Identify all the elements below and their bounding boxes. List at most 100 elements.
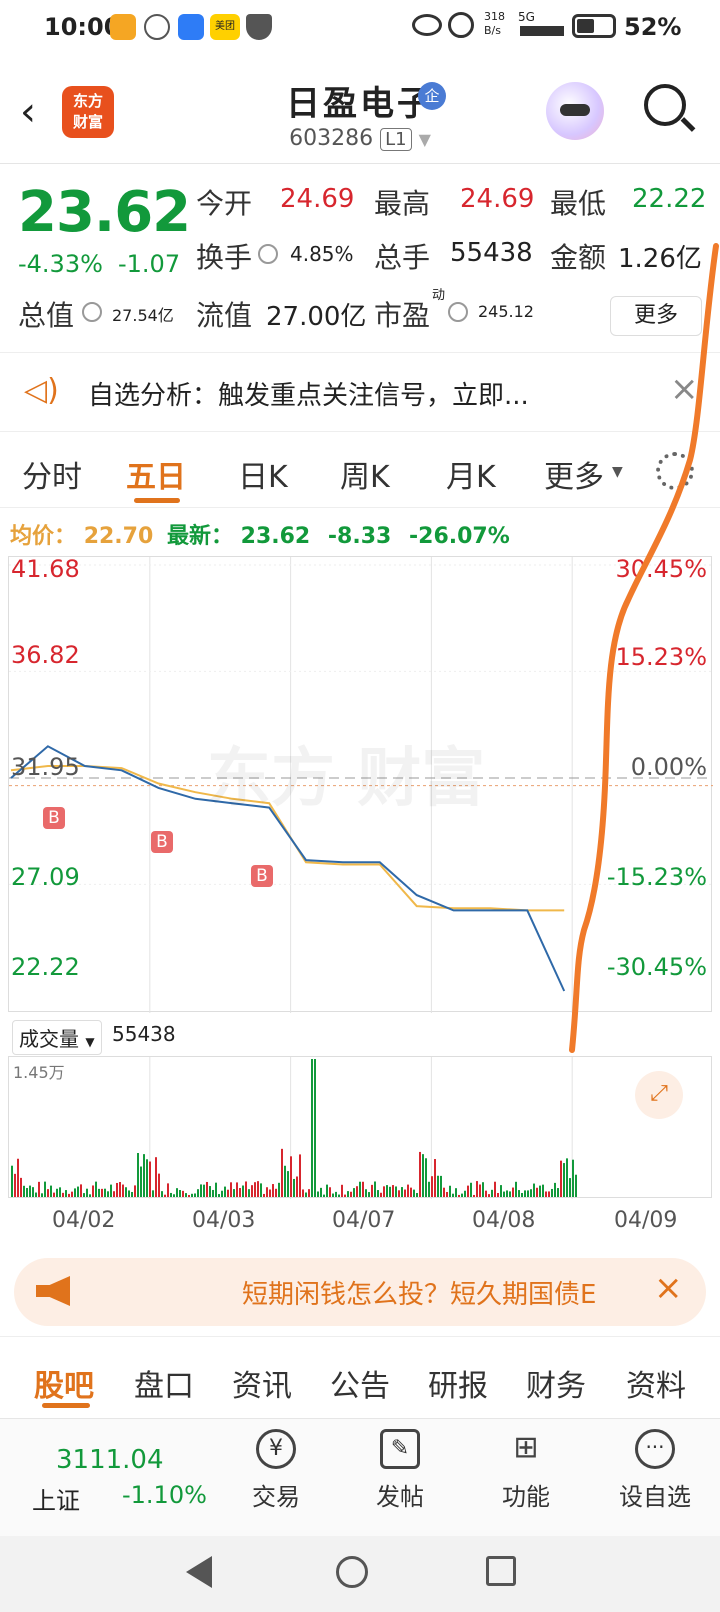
stock-code-row[interactable]: 603286 L1 ▼ (0, 126, 720, 151)
volume-bar (515, 1181, 517, 1197)
volume-bar (407, 1184, 409, 1197)
tab-intraday[interactable]: 分时 (22, 452, 82, 496)
trade-button[interactable]: ¥ 交易 (236, 1429, 316, 1512)
post-button[interactable]: ✎ 发帖 (360, 1429, 440, 1512)
robot-assistant-icon[interactable] (546, 82, 604, 140)
tab-research[interactable]: 研报 (428, 1361, 488, 1405)
avg-label: 均价： (10, 524, 77, 549)
volume-bar (167, 1183, 169, 1197)
tab-news[interactable]: 资讯 (232, 1361, 292, 1405)
volume-bar (239, 1188, 241, 1197)
promo-banner[interactable]: 短期闲钱怎么投？短久期国债E × (14, 1258, 706, 1326)
gear-icon[interactable] (656, 452, 694, 490)
add-watchlist-button[interactable]: ··· 设自选 (600, 1429, 710, 1512)
indicator-select[interactable]: 成交量 ▼ (12, 1020, 102, 1055)
volume-bar (356, 1186, 358, 1197)
more-quote-button[interactable]: 更多 (610, 296, 702, 336)
volume-bar (422, 1154, 424, 1197)
y-tick-left: 22.22 (11, 953, 80, 981)
volume-bar (197, 1189, 199, 1197)
tab-daily-k[interactable]: 日K (238, 452, 288, 496)
close-icon[interactable]: × (670, 369, 699, 409)
level-badge: L1 (380, 128, 412, 151)
buy-marker[interactable]: B (251, 865, 273, 887)
volume-bar (215, 1182, 217, 1197)
tab-more[interactable]: 更多 (544, 452, 604, 496)
info-icon[interactable] (448, 302, 468, 322)
tab-profile[interactable]: 资料 (626, 1361, 686, 1405)
close-icon[interactable]: × (654, 1268, 683, 1308)
tab-five-day[interactable]: 五日 (126, 452, 186, 496)
volume-bar (203, 1184, 205, 1197)
chevron-down-icon[interactable]: ▼ (419, 130, 431, 149)
volume-bar (143, 1154, 145, 1197)
nav-home-icon[interactable] (336, 1556, 368, 1588)
chevron-down-icon[interactable]: ▼ (612, 464, 623, 480)
float-cap-label: 流值 (196, 299, 253, 332)
high-value: 24.69 (460, 184, 535, 214)
volume-bar (308, 1189, 310, 1197)
nav-back-icon[interactable] (186, 1556, 212, 1588)
buy-marker[interactable]: B (151, 831, 173, 853)
expand-icon[interactable]: ⤢ (635, 1071, 683, 1119)
volume-bar (437, 1175, 439, 1197)
five-day-chart[interactable]: 东方 财富 41.68 36.82 31.95 27.09 22.22 30.4… (8, 555, 713, 1013)
volume-bar (98, 1188, 100, 1197)
volume-bar (185, 1193, 187, 1197)
volume-bar (278, 1182, 280, 1197)
volume-bar (320, 1187, 322, 1197)
index-value: 3111.04 (56, 1445, 164, 1475)
edit-icon: ✎ (380, 1429, 420, 1469)
add-watchlist-label: 设自选 (619, 1483, 691, 1511)
volume-bar (230, 1182, 232, 1197)
volume-bar (416, 1193, 418, 1197)
volume-bar (101, 1188, 103, 1197)
signal-notice[interactable]: ◁) 自选分析：触发重点关注信号，立即... × (0, 352, 720, 432)
volume-bar (11, 1165, 13, 1197)
volume-bar (29, 1185, 31, 1197)
x-tick: 04/09 (614, 1208, 678, 1233)
volume-bar (74, 1188, 76, 1197)
volume-bar (479, 1184, 481, 1197)
volume-bar (470, 1182, 472, 1197)
chart-tabs: 分时 五日 日K 周K 月K 更多 ▼ (0, 436, 720, 508)
volume-bar (323, 1194, 325, 1197)
tab-order-book[interactable]: 盘口 (134, 1361, 194, 1405)
x-tick: 04/07 (332, 1208, 396, 1233)
volume-bar (161, 1191, 163, 1197)
volume-bar (563, 1163, 565, 1197)
volume-bar (485, 1190, 487, 1197)
volume-bar (38, 1181, 40, 1197)
volume-chart[interactable]: 1.45万 ⤢ (8, 1056, 712, 1199)
buy-marker[interactable]: B (43, 807, 65, 829)
info-icon[interactable] (82, 302, 102, 322)
index-ticker[interactable]: 3111.04 上证 -1.10% (30, 1429, 207, 1525)
tab-forum[interactable]: 股吧 (34, 1361, 94, 1405)
volume-bar (65, 1190, 67, 1197)
volume-bar (413, 1189, 415, 1197)
volume-bar (155, 1157, 157, 1197)
search-icon[interactable] (644, 84, 696, 132)
pe-value: 245.12 (478, 302, 534, 321)
volume-bar (374, 1181, 376, 1197)
market-cap-value: 27.54亿 (112, 306, 174, 325)
volume-bar (107, 1191, 109, 1197)
function-button[interactable]: ⊞ 功能 (486, 1429, 566, 1512)
tab-monthly-k[interactable]: 月K (446, 452, 496, 496)
tab-finance[interactable]: 财务 (526, 1361, 586, 1405)
volume-bar (14, 1173, 16, 1197)
volume-bar (218, 1194, 220, 1197)
volume-bar (350, 1191, 352, 1197)
volume-bar (83, 1193, 85, 1197)
latest-change: -8.33 (327, 524, 392, 549)
volume-bar (365, 1189, 367, 1197)
enterprise-badge: 企 (418, 82, 446, 110)
tab-weekly-k[interactable]: 周K (340, 452, 390, 496)
indicator-select-label: 成交量 (19, 1027, 79, 1051)
volume-bar (344, 1194, 346, 1197)
tab-announcement[interactable]: 公告 (330, 1361, 390, 1405)
volume-bar (59, 1187, 61, 1197)
nav-recent-icon[interactable] (486, 1556, 516, 1586)
amount-label: 金额 (550, 241, 607, 274)
info-icon[interactable] (258, 244, 278, 264)
